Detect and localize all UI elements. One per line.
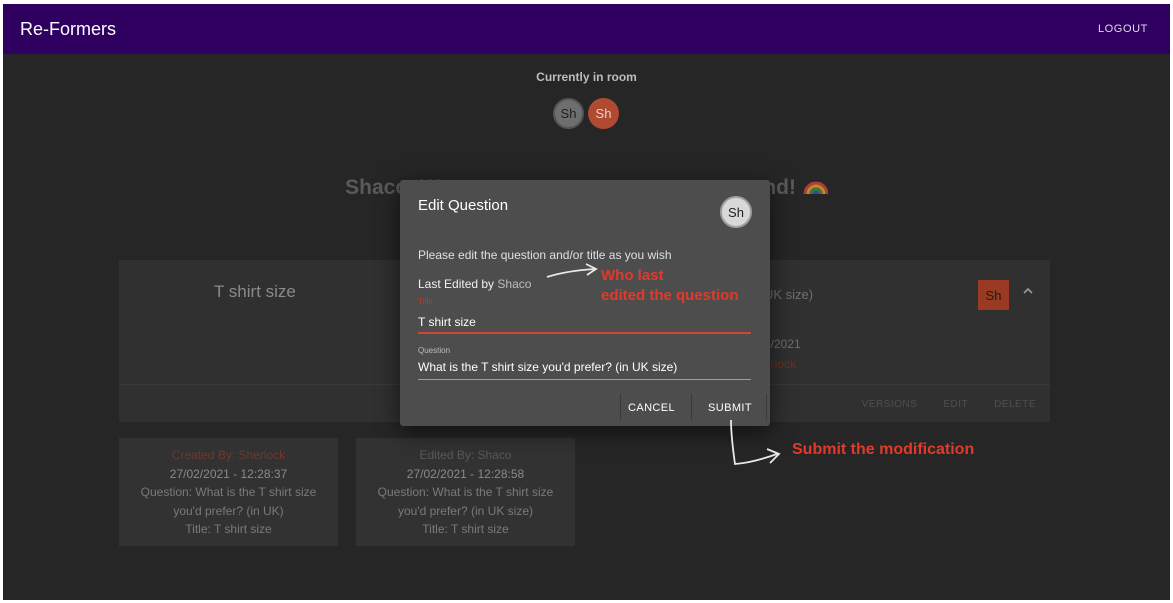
app-frame: Re-Formers LOGOUT Currently in room Sh S… [3, 4, 1170, 600]
annotation-arrows [546, 263, 781, 465]
annotation-arrow-who [546, 268, 596, 278]
annotation-arrow-submit [730, 419, 778, 465]
